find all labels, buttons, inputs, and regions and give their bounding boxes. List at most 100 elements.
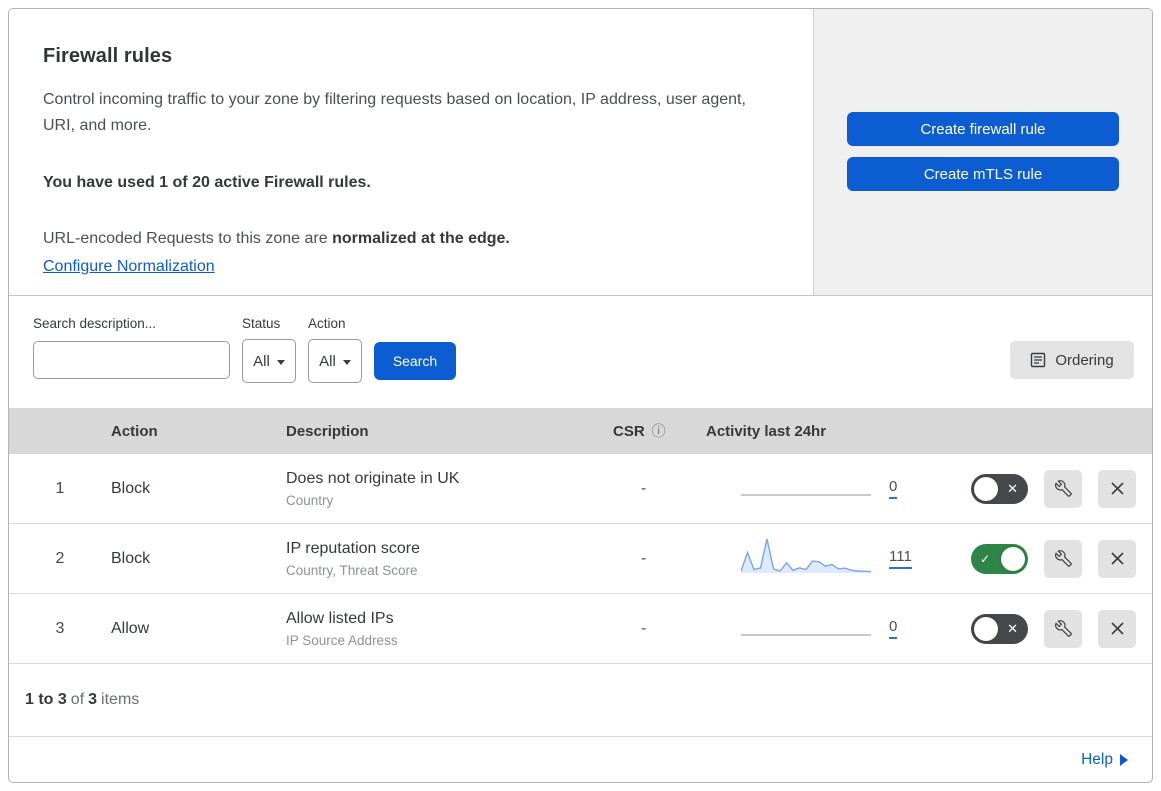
rule-enabled-toggle[interactable]: ✕ xyxy=(971,473,1028,504)
activity-sparkline xyxy=(741,535,871,575)
filter-controls: Search description... Status All Action xyxy=(33,316,456,383)
firewall-rules-card: Firewall rules Control incoming traffic … xyxy=(8,8,1153,783)
intro-panel: Firewall rules Control incoming traffic … xyxy=(9,9,813,295)
info-icon[interactable]: ⓘ xyxy=(652,421,666,441)
filter-bar: Search description... Status All Action xyxy=(9,296,1152,408)
activity-column-header: Activity last 24hr xyxy=(706,422,827,440)
wrench-icon xyxy=(1054,550,1072,567)
rule-activity: 111 xyxy=(691,535,941,582)
delete-rule-button[interactable] xyxy=(1098,469,1136,508)
rule-title: Allow listed IPs xyxy=(286,609,394,627)
rule-title: Does not originate in UK xyxy=(286,469,460,487)
status-label: Status xyxy=(242,316,281,331)
create-firewall-rule-button[interactable]: Create firewall rule xyxy=(847,112,1119,146)
toggle-knob xyxy=(1001,546,1025,571)
action-select[interactable]: All xyxy=(308,339,362,383)
table-row: 1 Block Does not originate in UK Country… xyxy=(9,454,1152,524)
rule-action: Allow xyxy=(111,619,150,637)
table-row: 3 Allow Allow listed IPs IP Source Addre… xyxy=(9,594,1152,664)
edit-rule-button[interactable] xyxy=(1044,609,1082,648)
wrench-icon xyxy=(1054,480,1072,497)
toggle-state-icon: ✕ xyxy=(1007,480,1018,496)
activity-sparkline xyxy=(741,465,871,505)
ordering-list-icon xyxy=(1031,352,1046,368)
activity-count-link[interactable]: 111 xyxy=(889,548,912,569)
action-label: Action xyxy=(308,316,346,331)
status-select-value: All xyxy=(253,352,270,370)
rule-csr: - xyxy=(641,479,647,497)
toggle-knob xyxy=(974,616,998,641)
toggle-state-icon: ✓ xyxy=(980,551,991,566)
status-group: Status All xyxy=(242,316,296,383)
wrench-icon xyxy=(1054,620,1072,637)
description-column-header: Description xyxy=(286,422,369,440)
usage-summary: You have used 1 of 20 active Firewall ru… xyxy=(43,174,371,191)
search-button-group: Search xyxy=(374,316,456,383)
items-word: items xyxy=(101,691,140,708)
rule-description: Allow listed IPs IP Source Address xyxy=(286,610,586,648)
rule-enabled-toggle[interactable]: ✕ xyxy=(971,613,1028,644)
rule-action: Block xyxy=(111,549,151,567)
normalization-text: URL-encoded Requests to this zone are no… xyxy=(43,226,763,252)
search-field[interactable] xyxy=(33,341,233,379)
toggle-state-icon: ✕ xyxy=(1007,620,1018,636)
rule-csr: - xyxy=(641,549,647,567)
help-link[interactable]: Help xyxy=(1081,751,1128,769)
rule-action: Block xyxy=(111,479,151,497)
action-group: Action All xyxy=(308,316,362,383)
rule-fields: IP Source Address xyxy=(286,632,398,648)
arrow-right-icon xyxy=(1120,753,1128,766)
normalization-bold: normalized at the edge. xyxy=(332,230,510,247)
delete-rule-button[interactable] xyxy=(1098,609,1136,648)
activity-sparkline xyxy=(741,605,871,645)
chevron-down-icon xyxy=(276,359,285,365)
rule-controls: ✕ xyxy=(941,469,1152,508)
header-section: Firewall rules Control incoming traffic … xyxy=(9,9,1152,296)
rule-controls: ✓ xyxy=(941,539,1152,578)
help-bar: Help xyxy=(9,737,1152,782)
table-header: Action Description CSR ⓘ Activity last 2… xyxy=(9,408,1152,454)
rule-controls: ✕ xyxy=(941,609,1152,648)
search-label: Search description... xyxy=(33,316,157,331)
close-icon xyxy=(1110,482,1124,495)
pagination-summary: 1 to 3 of 3 items xyxy=(9,664,1152,737)
rule-csr: - xyxy=(641,619,647,637)
edit-rule-button[interactable] xyxy=(1044,539,1082,578)
csr-column-header: CSR ⓘ xyxy=(586,421,691,441)
items-of: of xyxy=(70,691,85,708)
create-mtls-rule-button[interactable]: Create mTLS rule xyxy=(847,157,1119,191)
action-column-header: Action xyxy=(111,422,158,440)
action-select-value: All xyxy=(319,352,336,370)
search-group: Search description... xyxy=(33,316,233,383)
activity-count-link[interactable]: 0 xyxy=(889,618,898,639)
search-input[interactable] xyxy=(52,352,233,368)
close-icon xyxy=(1110,552,1124,565)
rule-enabled-toggle[interactable]: ✓ xyxy=(971,543,1028,574)
activity-count-link[interactable]: 0 xyxy=(889,478,898,499)
items-range: 1 to 3 xyxy=(25,691,67,708)
page-description: Control incoming traffic to your zone by… xyxy=(43,91,746,134)
table-row: 2 Block IP reputation score Country, Thr… xyxy=(9,524,1152,594)
toggle-knob xyxy=(974,476,998,501)
rule-description: Does not originate in UK Country xyxy=(286,470,586,508)
csr-header-label: CSR xyxy=(613,422,645,440)
chevron-down-icon xyxy=(342,359,351,365)
search-button[interactable]: Search xyxy=(374,342,456,380)
rule-description: IP reputation score Country, Threat Scor… xyxy=(286,540,586,578)
edit-rule-button[interactable] xyxy=(1044,469,1082,508)
items-total: 3 xyxy=(88,691,98,708)
spacer-label xyxy=(374,316,456,331)
page-title: Firewall rules xyxy=(43,45,173,67)
close-icon xyxy=(1110,622,1124,635)
ordering-button[interactable]: Ordering xyxy=(1010,341,1134,379)
rule-activity: 0 xyxy=(691,605,941,652)
status-select[interactable]: All xyxy=(242,339,296,383)
cta-panel: Create firewall rule Create mTLS rule xyxy=(813,9,1152,295)
ordering-button-label: Ordering xyxy=(1055,351,1114,369)
rule-fields: Country, Threat Score xyxy=(286,562,418,578)
rule-number: 3 xyxy=(55,619,65,637)
configure-normalization-link[interactable]: Configure Normalization xyxy=(43,258,215,275)
rule-activity: 0 xyxy=(691,465,941,512)
delete-rule-button[interactable] xyxy=(1098,539,1136,578)
rule-title: IP reputation score xyxy=(286,539,421,557)
